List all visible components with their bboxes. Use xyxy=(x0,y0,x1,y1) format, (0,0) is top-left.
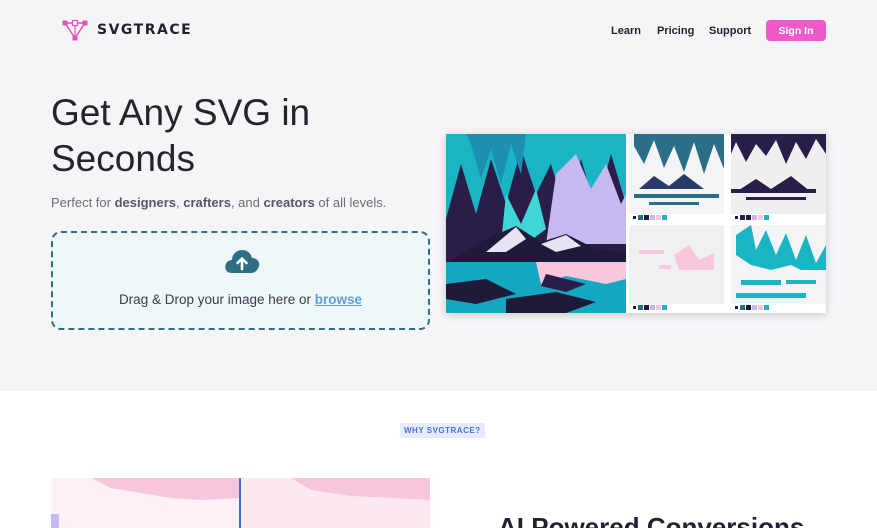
main-artwork xyxy=(446,134,626,313)
logo-icon xyxy=(62,19,88,41)
comparison-image[interactable] xyxy=(51,478,430,528)
thumbnail-3 xyxy=(629,225,724,313)
hero-title-line1: Get Any SVG in xyxy=(51,92,311,133)
sub-creators: creators xyxy=(263,195,315,210)
sub-prefix: Perfect for xyxy=(51,195,115,210)
sub-sep2: , and xyxy=(230,195,264,210)
cloud-upload-icon xyxy=(225,250,260,273)
upload-dropzone[interactable]: Drag & Drop your image here or browse xyxy=(51,231,430,330)
nav-learn[interactable]: Learn xyxy=(611,25,641,37)
comparison-slider[interactable] xyxy=(239,478,241,528)
sub-crafters: crafters xyxy=(183,195,231,210)
hero-title-line2: Seconds xyxy=(51,138,195,179)
sub-suffix: of all levels. xyxy=(314,195,387,210)
thumbnail-4 xyxy=(731,225,826,313)
brand-name: SVGTRACE xyxy=(97,22,193,38)
nav-pricing[interactable]: Pricing xyxy=(657,25,694,37)
nav-support[interactable]: Support xyxy=(709,25,751,37)
preview-artwork xyxy=(446,134,826,313)
hero-title: Get Any SVG in Seconds xyxy=(51,90,371,182)
dropzone-label: Drag & Drop your image here or xyxy=(118,292,315,307)
thumbnail-2 xyxy=(731,134,826,222)
hero-subtitle: Perfect for designers, crafters, and cre… xyxy=(51,195,386,210)
why-badge: WHY SVGTRACE? xyxy=(400,423,485,438)
thumbnail-1 xyxy=(629,134,724,222)
brand-logo[interactable]: SVGTRACE xyxy=(61,18,192,42)
section-heading: AI Powered Conversions xyxy=(498,512,805,528)
browse-link[interactable]: browse xyxy=(315,292,362,307)
sub-designers: designers xyxy=(114,195,176,210)
comparison-artwork xyxy=(51,478,430,528)
dropzone-text: Drag & Drop your image here or browse xyxy=(53,292,428,307)
hero-section: SVGTRACE Learn Pricing Support Sign In G… xyxy=(0,0,877,391)
example-preview xyxy=(446,134,826,313)
sign-in-button[interactable]: Sign In xyxy=(766,20,826,41)
